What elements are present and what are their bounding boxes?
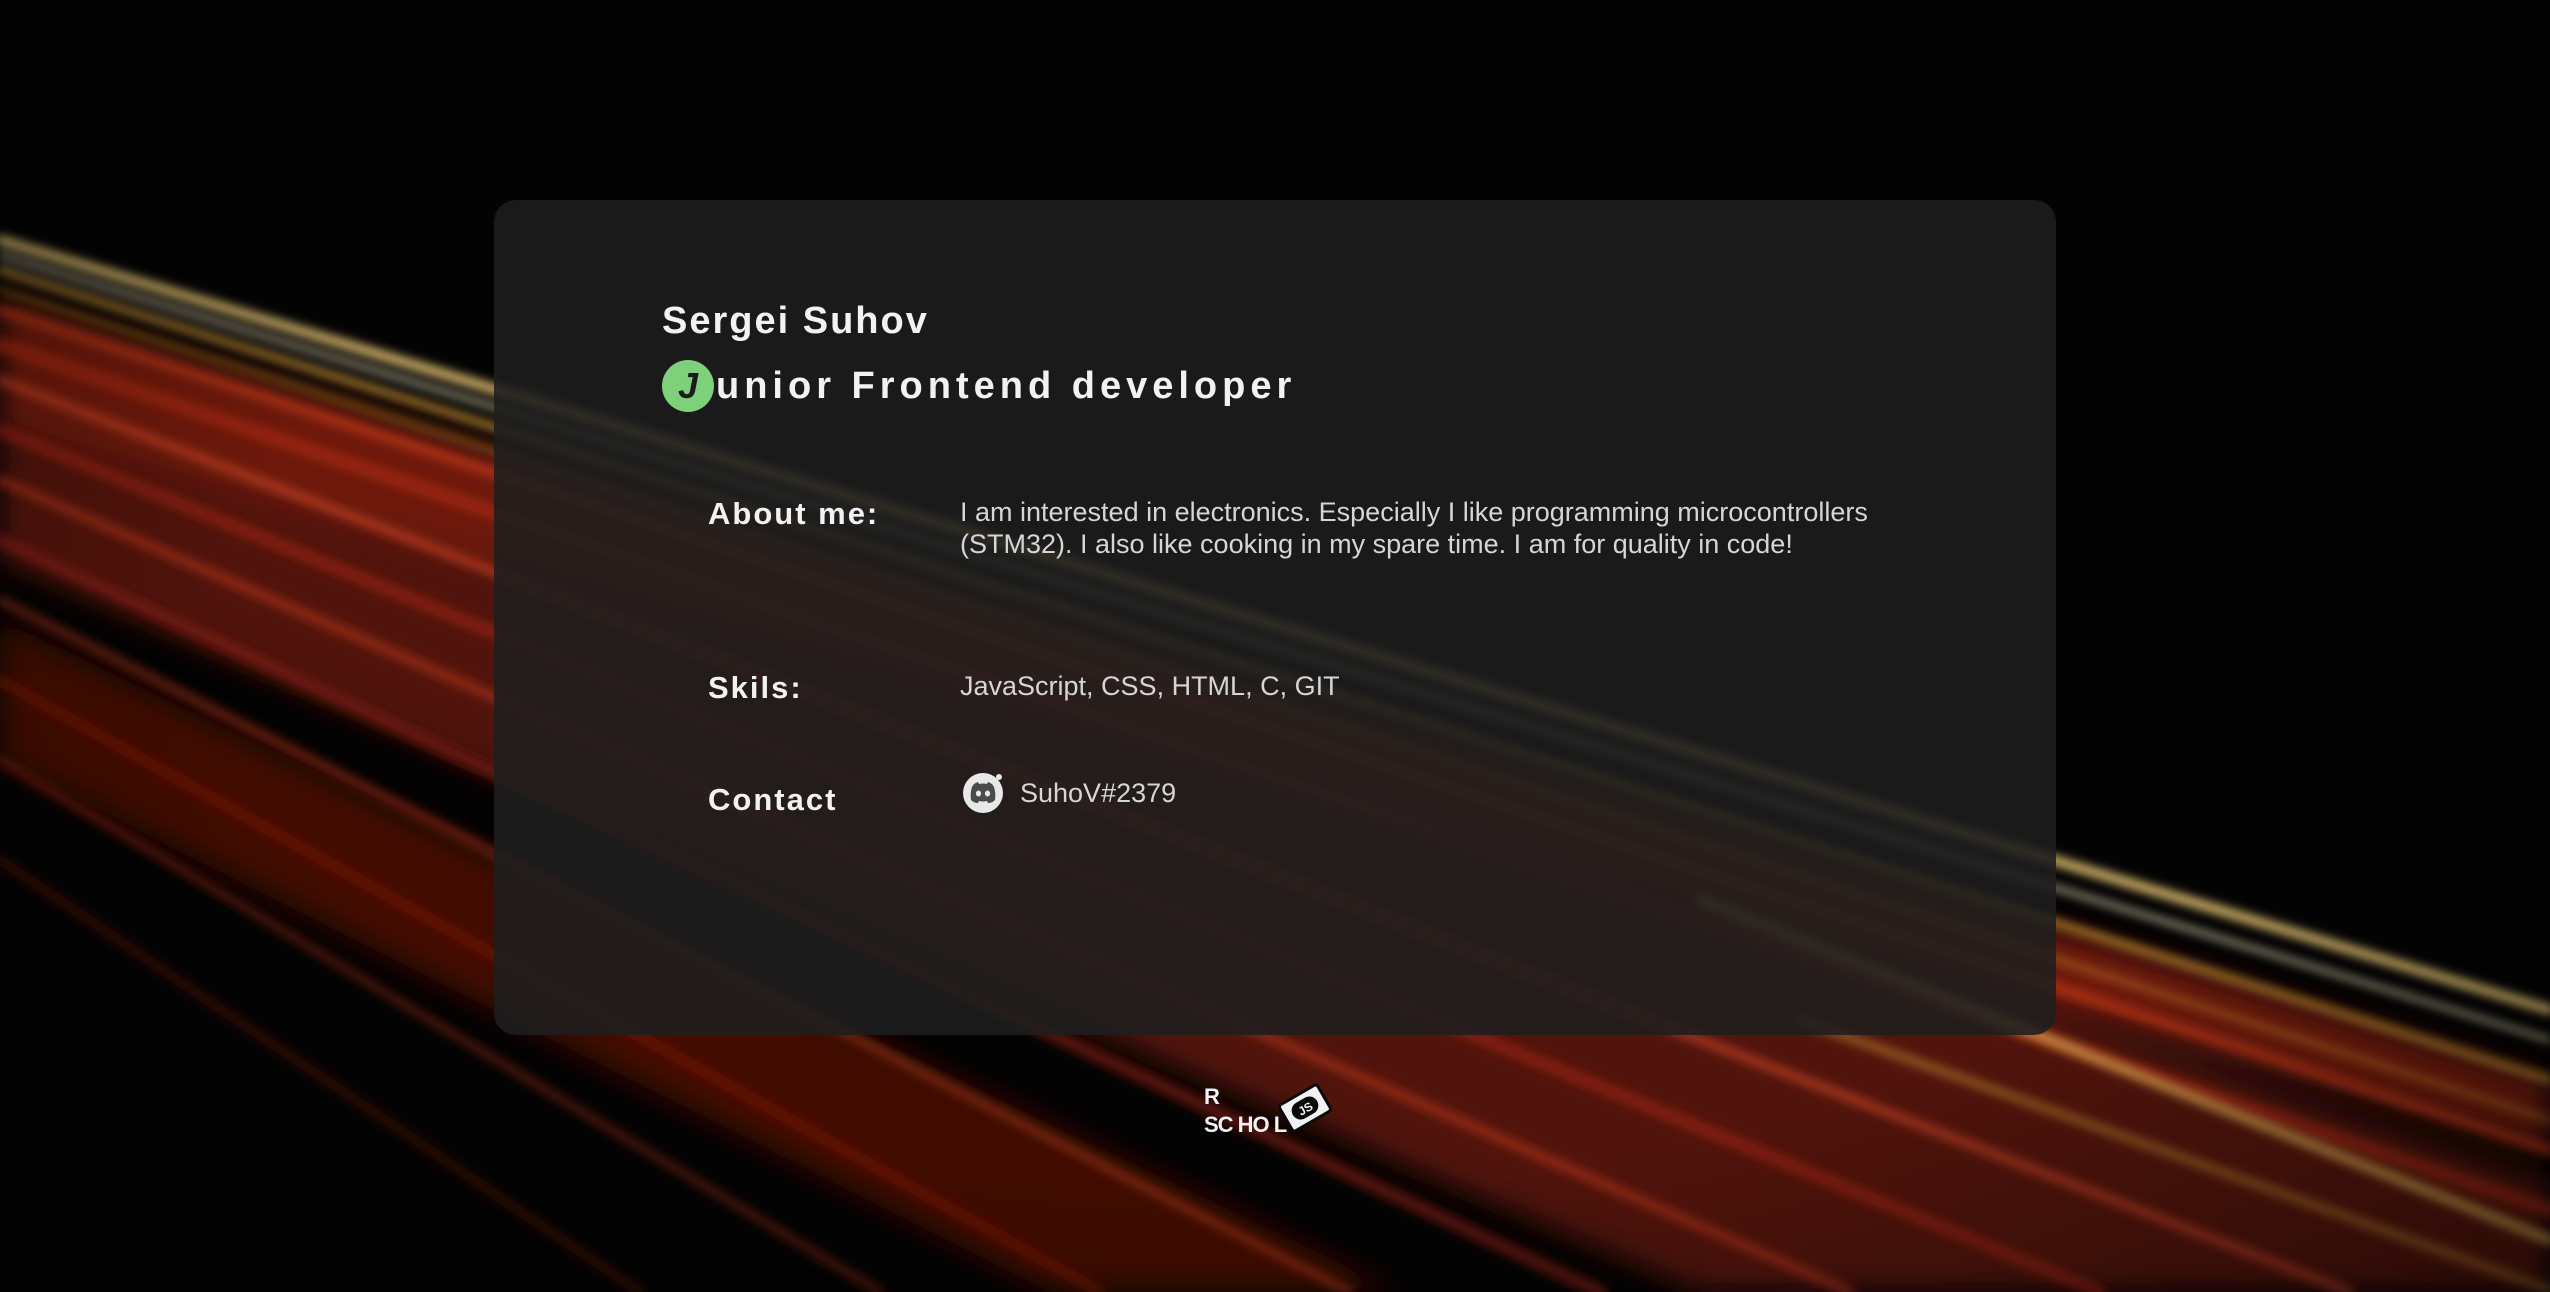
skills-text: JavaScript, CSS, HTML, C, GIT [960,671,1340,701]
rs-school-logo[interactable]: R SC HO L JS [1202,1082,1344,1138]
contact-label: Contact [708,782,838,817]
contact-handle[interactable]: SuhoV#2379 [1020,778,1176,809]
logo-js-badge: JS [1278,1083,1332,1133]
contact-discord-link[interactable]: SuhoV#2379 [960,770,1176,816]
logo-school-text: SC HO L [1204,1112,1287,1137]
skills-label: Skils: [708,670,803,705]
profile-card: Sergei Suhov J unior Frontend developer … [494,200,2056,1035]
role-initial-badge: J [662,360,714,412]
about-text: I am interested in electronics. Especial… [960,497,1868,559]
discord-icon[interactable] [960,770,1006,816]
profile-role: J unior Frontend developer [662,358,1296,414]
page-background: Sergei Suhov J unior Frontend developer … [0,0,2550,1292]
about-label: About me: [708,496,880,531]
role-title: unior Frontend developer [716,364,1297,407]
logo-r-text: R [1204,1084,1220,1109]
profile-name: Sergei Suhov [662,300,929,342]
